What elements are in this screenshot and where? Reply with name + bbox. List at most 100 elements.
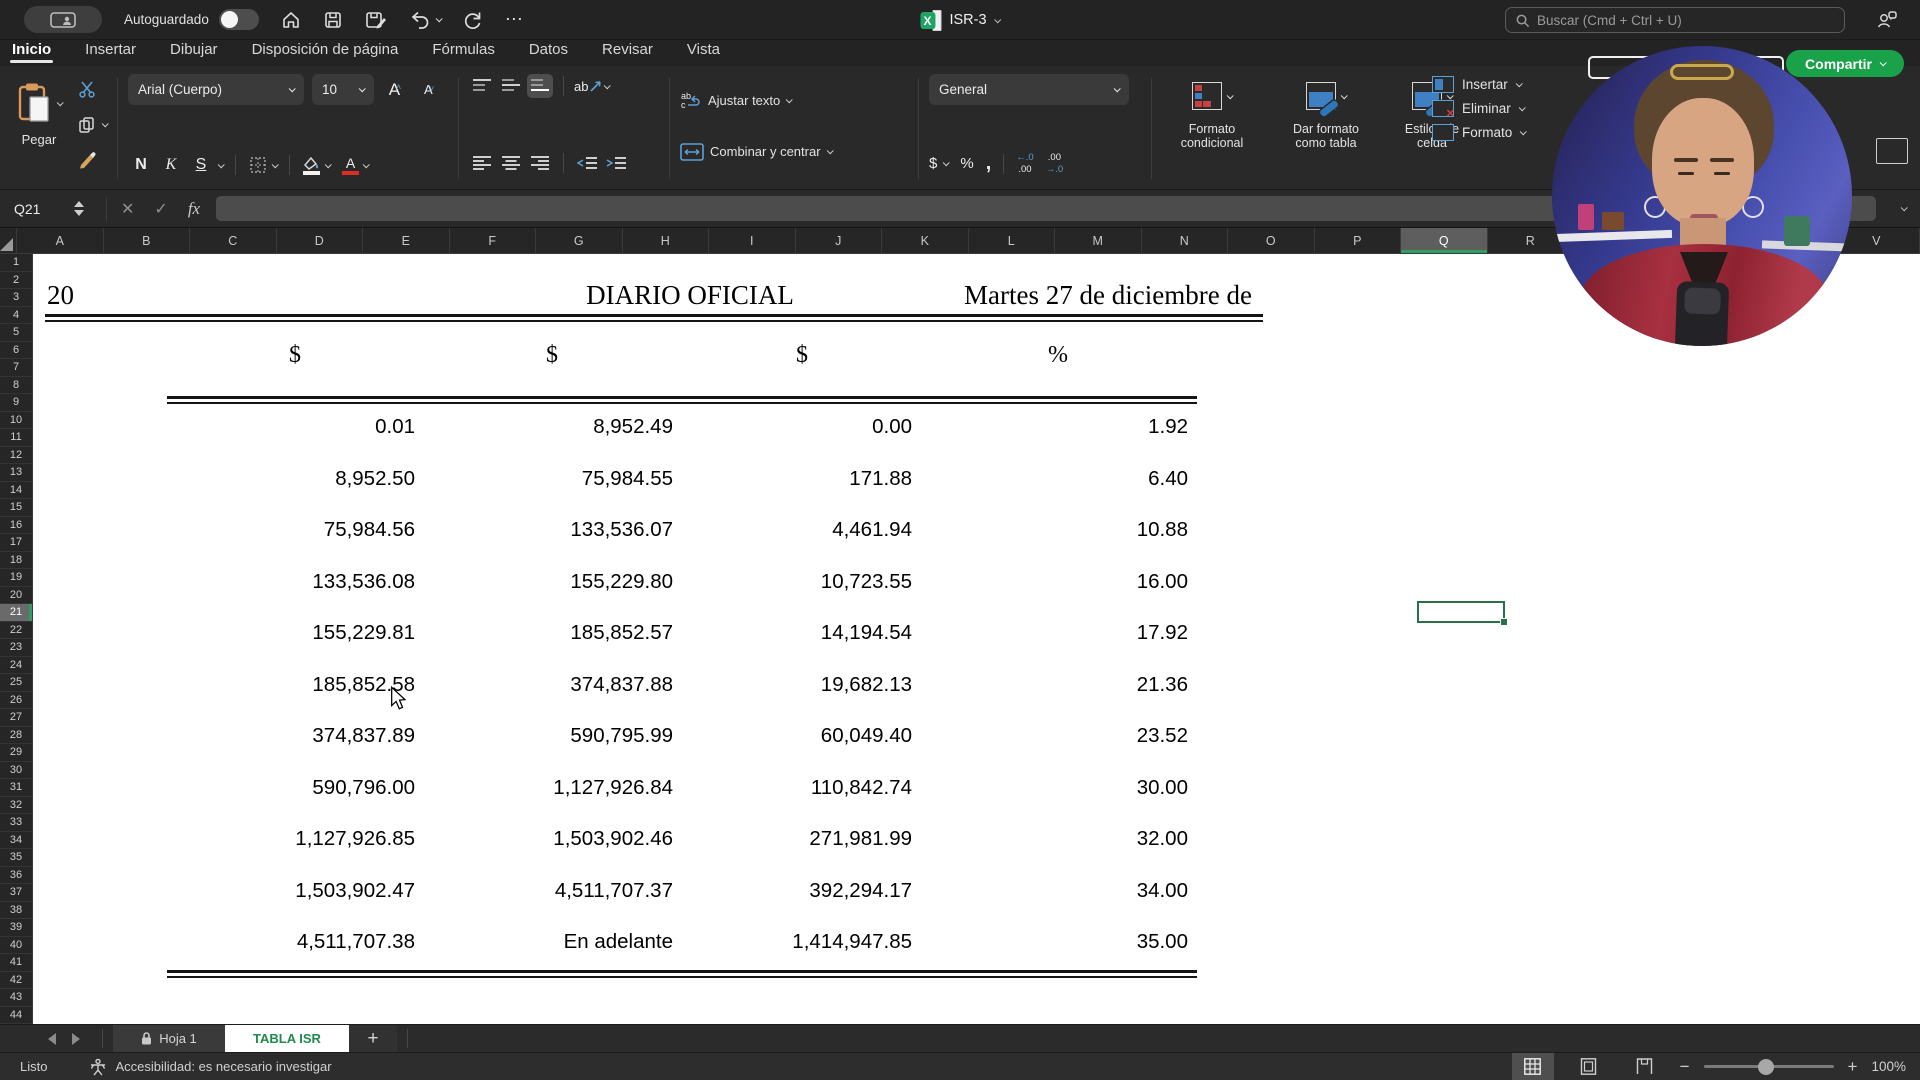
table-cell[interactable]: 30.00 <box>933 775 1188 801</box>
table-cell[interactable]: 75,984.55 <box>453 466 673 492</box>
table-cell[interactable]: 374,837.88 <box>453 672 673 698</box>
selected-cell-q21[interactable] <box>1417 601 1505 623</box>
row-header-15[interactable]: 15 <box>0 499 32 517</box>
tab-inicio[interactable]: Inicio <box>12 40 51 58</box>
table-cell[interactable]: 1,414,947.85 <box>693 929 912 955</box>
font-name-select[interactable]: Arial (Cuerpo) <box>128 74 304 105</box>
column-header-L[interactable]: L <box>969 228 1056 253</box>
table-cell[interactable]: 133,536.07 <box>453 517 673 543</box>
italic-button[interactable]: K <box>158 156 184 174</box>
row-header-38[interactable]: 38 <box>0 902 32 920</box>
column-header-Q[interactable]: Q <box>1401 228 1488 253</box>
column-header-F[interactable]: F <box>450 228 537 253</box>
column-header-D[interactable]: D <box>277 228 364 253</box>
delete-cells-button[interactable]: Eliminar <box>1432 100 1525 117</box>
fill-color-chevron[interactable] <box>325 161 332 168</box>
comma-button[interactable]: , <box>986 152 992 175</box>
row-header-21[interactable]: 21 <box>0 604 32 622</box>
merge-center-button[interactable]: Combinar y centrar <box>680 143 908 161</box>
save-as-button[interactable] <box>365 10 387 30</box>
row-header-20[interactable]: 20 <box>0 587 32 605</box>
table-cell[interactable]: 21.36 <box>933 672 1188 698</box>
table-cell[interactable]: 60,049.40 <box>693 723 912 749</box>
share-button[interactable]: Compartir <box>1786 50 1904 77</box>
increase-decimal-button[interactable]: .00 →.0 <box>1046 152 1063 175</box>
table-cell[interactable]: 6.40 <box>933 466 1188 492</box>
table-cell[interactable]: 16.00 <box>933 569 1188 595</box>
underline-menu-chevron[interactable] <box>218 161 225 168</box>
copy-button[interactable] <box>78 114 107 136</box>
table-cell[interactable]: 0.00 <box>693 414 912 440</box>
table-cell[interactable]: 392,294.17 <box>693 878 912 904</box>
table-cell[interactable]: 23.52 <box>933 723 1188 749</box>
row-header-18[interactable]: 18 <box>0 552 32 570</box>
column-header-G[interactable]: G <box>536 228 623 253</box>
row-header-37[interactable]: 37 <box>0 884 32 902</box>
column-header-H[interactable]: H <box>623 228 710 253</box>
row-header-11[interactable]: 11 <box>0 429 32 447</box>
table-cell[interactable]: En adelante <box>453 929 673 955</box>
table-cell[interactable]: 8,952.50 <box>33 466 415 492</box>
row-header-24[interactable]: 24 <box>0 657 32 675</box>
row-header-5[interactable]: 5 <box>0 324 32 342</box>
row-header-25[interactable]: 25 <box>0 674 32 692</box>
row-header-31[interactable]: 31 <box>0 779 32 797</box>
orientation-button[interactable]: ab <box>574 79 609 94</box>
format-as-table-chevron[interactable] <box>1341 92 1348 99</box>
add-sheet-button[interactable]: + <box>349 1025 397 1052</box>
column-header-I[interactable]: I <box>709 228 796 253</box>
row-header-4[interactable]: 4 <box>0 307 32 325</box>
column-header-N[interactable]: N <box>1142 228 1229 253</box>
row-header-14[interactable]: 14 <box>0 482 32 500</box>
table-cell[interactable]: 0.01 <box>33 414 415 440</box>
number-format-select[interactable]: General <box>929 74 1129 105</box>
tab-formulas[interactable]: Fórmulas <box>432 40 495 58</box>
zoom-slider-knob[interactable] <box>1758 1059 1774 1075</box>
row-header-23[interactable]: 23 <box>0 639 32 657</box>
redo-button[interactable] <box>463 10 483 30</box>
format-cells-button[interactable]: Formato <box>1432 124 1525 141</box>
format-as-table-button[interactable]: Dar formato como tabla <box>1276 76 1376 183</box>
row-header-34[interactable]: 34 <box>0 832 32 850</box>
table-cell[interactable]: 75,984.56 <box>33 517 415 543</box>
table-cell[interactable]: 1.92 <box>933 414 1188 440</box>
prev-sheet-arrow[interactable] <box>40 1025 64 1052</box>
name-box-spinner[interactable] <box>74 201 84 216</box>
fill-handle[interactable] <box>1500 618 1508 626</box>
document-header-title[interactable]: DIARIO OFICIAL <box>586 280 794 311</box>
row-header-8[interactable]: 8 <box>0 377 32 395</box>
autosave-toggle[interactable] <box>219 9 259 30</box>
normal-view-button[interactable] <box>1512 1053 1554 1080</box>
increase-font-button[interactable]: A˄ <box>382 80 408 100</box>
sheet-tab-tabla-isr[interactable]: TABLA ISR <box>225 1025 349 1052</box>
table-cell[interactable]: 4,461.94 <box>693 517 912 543</box>
table-cell[interactable]: 1,503,902.47 <box>33 878 415 904</box>
borders-icon[interactable] <box>248 155 268 175</box>
home-button[interactable] <box>281 10 301 30</box>
table-cell[interactable]: 1,503,902.46 <box>453 826 673 852</box>
share-feedback-icon[interactable] <box>1876 9 1898 34</box>
fill-color-button[interactable] <box>302 156 321 175</box>
row-header-29[interactable]: 29 <box>0 744 32 762</box>
table-cell[interactable]: 271,981.99 <box>693 826 912 852</box>
search-input[interactable] <box>1537 13 1835 28</box>
table-cell[interactable]: 10,723.55 <box>693 569 912 595</box>
decrease-indent-button[interactable] <box>574 151 600 175</box>
table-cell[interactable]: 8,952.49 <box>453 414 673 440</box>
zoom-level[interactable]: 100% <box>1871 1059 1906 1074</box>
column-header-M[interactable]: M <box>1055 228 1142 253</box>
page-break-view-button[interactable] <box>1624 1053 1666 1080</box>
align-bottom-button[interactable] <box>527 74 553 98</box>
wrap-text-button[interactable]: ab c Ajustar texto <box>680 90 908 110</box>
cut-button[interactable] <box>78 78 107 100</box>
insert-cells-button[interactable]: Insertar <box>1432 76 1525 93</box>
row-header-36[interactable]: 36 <box>0 867 32 885</box>
currency-chevron[interactable] <box>943 159 950 166</box>
tab-disposicion[interactable]: Disposición de página <box>252 40 399 58</box>
column-header-C[interactable]: C <box>190 228 277 253</box>
table-cell[interactable]: 590,796.00 <box>33 775 415 801</box>
increase-indent-button[interactable] <box>603 151 629 175</box>
paste-button[interactable]: Pegar <box>10 74 68 183</box>
zoom-slider[interactable] <box>1704 1065 1834 1068</box>
table-column-symbol[interactable]: $ <box>546 342 558 369</box>
